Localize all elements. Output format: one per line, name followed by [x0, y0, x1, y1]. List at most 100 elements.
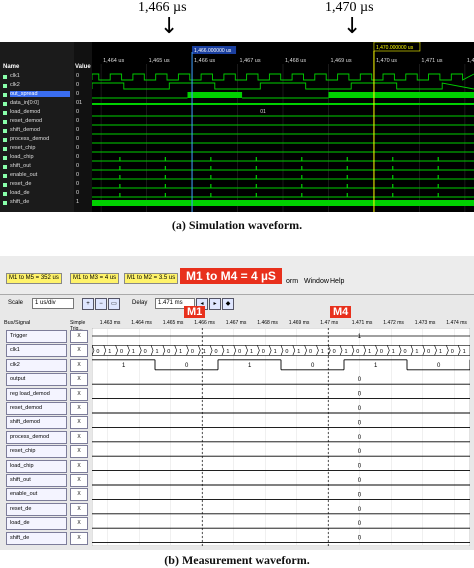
signal-pulse [392, 175, 394, 179]
bus-signal-name[interactable]: process_demod [6, 430, 67, 444]
zoom-out-button[interactable]: − [95, 298, 107, 310]
clk1-bit: 0 [167, 349, 170, 355]
marker-chip-m3[interactable]: M1 to M3 = 4 us [70, 273, 120, 284]
time-tick-label: 1.474 ms [446, 320, 467, 326]
signal-icon [3, 102, 7, 106]
zoom-fit-button[interactable]: ▭ [108, 298, 120, 310]
signal-pulse [392, 193, 394, 197]
signal-name[interactable]: shift_de [10, 199, 29, 205]
trigger-condition[interactable]: X [70, 430, 88, 444]
marker-chip-m5[interactable]: M1 to M5 = 352 us [6, 273, 62, 284]
bus-signal-name[interactable]: load_chip [6, 459, 67, 473]
trigger-condition[interactable]: X [70, 474, 88, 487]
clk1-bit: 0 [285, 349, 288, 355]
signal-name[interactable]: reset_de [10, 181, 31, 187]
trigger-condition[interactable]: X [70, 459, 88, 473]
trigger-condition[interactable]: X [70, 402, 88, 415]
clk1-bit: 1 [203, 349, 206, 355]
signal-value: 0 [76, 190, 80, 196]
signal-name[interactable]: data_in[0:0] [10, 100, 39, 106]
clk1-bit: 0 [120, 349, 123, 355]
clk1-bit: 0 [404, 349, 407, 355]
signal-name[interactable]: reset_chip [10, 145, 35, 151]
trigger-condition[interactable]: X [70, 531, 88, 545]
trigger-condition[interactable]: X [70, 344, 88, 358]
signal-value: 0 [76, 154, 80, 160]
bus-signal-name[interactable]: Trigger [6, 330, 67, 343]
clk1-bit: 1 [392, 349, 395, 355]
bus-signal-name[interactable]: output [6, 373, 67, 387]
signal-name-column: Name clk1 clk2 out_spread data_in[0:0] load_… [0, 42, 75, 212]
clk1-bit: 1 [108, 349, 111, 355]
bus-signal-name[interactable]: reset_chip [6, 445, 67, 459]
signal-value: 0 [76, 109, 80, 115]
cursor-right-label: 1,470.000000 us [376, 45, 414, 51]
signal-name[interactable]: shift_demod [10, 127, 40, 133]
bus-signal-name[interactable]: clk1 [6, 344, 67, 358]
bus-signal-name[interactable]: clk2 [6, 358, 67, 372]
signal-name[interactable]: out_spread [10, 91, 70, 97]
clk1-bit: 1 [321, 349, 324, 355]
signal-pulse [210, 175, 212, 179]
clk1-bit: 1 [179, 349, 182, 355]
measurement-banner: M1 to M4 = 4 µS [180, 268, 282, 284]
signal-name[interactable]: reset_demod [10, 118, 42, 124]
measurement-waveform-area[interactable]: 10 1 0 1 0 1 0 1 0 1 0 1 0 1 0 1 0 1 0 1 0 1 0 1 0 1 0 1 0 1 0 11 0 1 0 1 00… [92, 328, 470, 546]
menu-item-window[interactable]: Window [304, 278, 329, 285]
trigger-condition[interactable]: X [70, 358, 88, 372]
signal-name[interactable]: load_demod [10, 109, 40, 115]
next-button[interactable]: ▸ [209, 298, 221, 310]
marker-chip-m2[interactable]: M1 to M2 = 3.5 us [124, 273, 179, 284]
trigger-condition[interactable]: X [70, 488, 88, 502]
menu-item-help[interactable]: Help [330, 278, 344, 285]
clk1-bit: 0 [238, 349, 241, 355]
bus-signal-name[interactable]: reset_de [6, 502, 67, 516]
signal-pulse [119, 157, 121, 161]
signal-name[interactable]: process_demod [10, 136, 49, 142]
zoom-in-button[interactable]: + [82, 298, 94, 310]
signal-pulse [346, 193, 348, 197]
time-tick-label: 1,464 us [103, 58, 124, 64]
signal-name[interactable]: enable_out [10, 172, 37, 178]
trigger-condition[interactable]: X [70, 330, 88, 343]
signal-icon [3, 93, 7, 97]
signal-pulse [164, 175, 166, 179]
clk1-bit: 1 [274, 349, 277, 355]
bus-signal-name[interactable]: shift_out [6, 474, 67, 487]
signal-name[interactable]: load_chip [10, 154, 34, 160]
signal-icon [3, 138, 7, 142]
waveform-area[interactable]: 1,464 us 1,465 us 1,466 us 1,467 us 1,468 us… [92, 42, 474, 212]
trigger-condition[interactable]: X [70, 517, 88, 531]
bus-signal-name[interactable]: enable_out [6, 488, 67, 502]
trigger-condition[interactable]: X [70, 416, 88, 430]
signal-name[interactable]: clk2 [10, 82, 20, 88]
scale-input[interactable]: 1 us/div [32, 298, 74, 309]
signal-pulse [392, 157, 394, 161]
clk1-bit: 0 [380, 349, 383, 355]
signal-name[interactable]: shift_out [10, 163, 31, 169]
bus-signal-name[interactable]: reg load_demod [6, 387, 67, 401]
signal-pulse [164, 157, 166, 161]
arrow-down-icon: ↓ [160, 14, 179, 39]
signal-value-column: Value 0 0 0 01 0 0 0 0 0 0 0 0 0 0 1 [74, 42, 93, 212]
scale-label: Scale [8, 300, 24, 306]
menu-item-form[interactable]: orm [286, 278, 298, 285]
trigger-condition[interactable]: X [70, 502, 88, 516]
bus-signal-header: Bus/Signal [4, 320, 31, 326]
clk1-bit: 0 [215, 349, 218, 355]
bus-signal-name[interactable]: shift_demod [6, 416, 67, 430]
bus-signal-name[interactable]: shift_de [6, 531, 67, 545]
bus-signal-name[interactable]: reset_demod [6, 402, 67, 415]
trigger-condition[interactable]: X [70, 387, 88, 401]
signal-name[interactable]: load_de [10, 190, 30, 196]
bus-signal-name[interactable]: load_de [6, 517, 67, 531]
signal-icon [3, 183, 7, 187]
trigger-condition[interactable]: X [70, 445, 88, 459]
trigger-condition[interactable]: X [70, 373, 88, 387]
simulation-waveform-window: Name clk1 clk2 out_spread data_in[0:0] load_… [0, 42, 474, 212]
clk1-bit: 1 [155, 349, 158, 355]
signal-name[interactable]: clk1 [10, 73, 20, 79]
center-button[interactable]: ◆ [222, 298, 234, 310]
signal-high-block [328, 92, 374, 98]
caption-a: (a) Simulation waveform. [171, 218, 303, 232]
